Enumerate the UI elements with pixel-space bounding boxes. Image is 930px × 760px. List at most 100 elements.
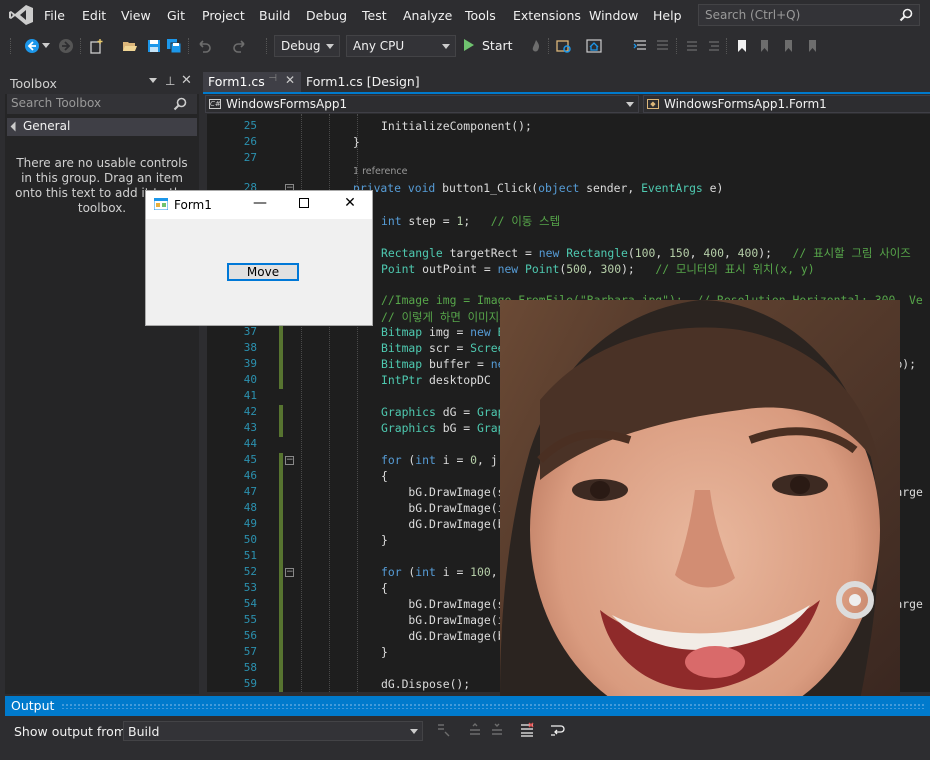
previous-message-icon[interactable] [467, 722, 483, 738]
code-line[interactable]: { [381, 581, 388, 595]
word-wrap-icon[interactable] [549, 722, 565, 738]
clear-all-icon[interactable] [519, 722, 535, 738]
previous-bookmark-icon[interactable] [756, 38, 772, 54]
menu-project[interactable]: Project [202, 8, 245, 23]
change-indicator [279, 405, 283, 437]
tab-form1-design[interactable]: Form1.cs [Design] [301, 72, 425, 92]
toolbar: Debug Any CPU Start [0, 32, 930, 60]
search-icon[interactable] [173, 97, 187, 111]
output-source-select[interactable]: Build [123, 721, 423, 741]
navigate-forward-icon[interactable] [58, 38, 74, 54]
collapse-icon[interactable]: − [285, 568, 294, 577]
redo-icon[interactable] [232, 38, 248, 54]
menu-view[interactable]: View [121, 8, 151, 23]
toolbox-options-icon[interactable] [149, 78, 157, 83]
maximize-icon[interactable] [299, 198, 309, 208]
code-line[interactable]: for (int i = 0, j [381, 453, 498, 467]
line-number: 54 [243, 597, 257, 610]
code-line[interactable]: private void button1_Click(object sender… [353, 181, 723, 195]
code-line[interactable]: Point outPoint = new Point(500, 300); //… [381, 261, 815, 277]
menu-debug[interactable]: Debug [306, 8, 347, 23]
menu-analyze[interactable]: Analyze [403, 8, 452, 23]
close-icon[interactable]: ✕ [340, 195, 360, 213]
save-icon[interactable] [146, 38, 162, 54]
menu-file[interactable]: File [44, 8, 65, 23]
next-bookmark-icon[interactable] [780, 38, 796, 54]
search-icon[interactable] [899, 8, 913, 22]
line-number: 44 [243, 437, 257, 450]
menu-help[interactable]: Help [653, 8, 682, 23]
menu-extensions[interactable]: Extensions [513, 8, 581, 23]
menu-edit[interactable]: Edit [82, 8, 106, 23]
search-box[interactable]: Search (Ctrl+Q) [698, 4, 920, 26]
menu-bar: File Edit View Git Project Build Debug Test Anal… [0, 0, 930, 32]
line-number: 55 [243, 613, 257, 626]
references-codelens[interactable]: 1 reference [353, 166, 407, 177]
line-number: 26 [243, 135, 257, 148]
project-select[interactable]: C# WindowsFormsApp1 [205, 95, 639, 113]
code-line[interactable]: { [381, 469, 388, 483]
class-select[interactable]: ◆ WindowsFormsApp1.Form1 [643, 95, 930, 113]
save-all-icon[interactable] [166, 38, 182, 54]
form1-title-bar[interactable]: Form1 — ✕ [146, 191, 372, 219]
toolbar-grip[interactable] [10, 38, 13, 54]
form1-title: Form1 [174, 198, 212, 212]
close-icon[interactable]: ✕ [181, 73, 192, 88]
find-message-icon[interactable] [435, 722, 451, 738]
class-icon: ◆ [647, 99, 659, 109]
menu-git[interactable]: Git [167, 8, 185, 23]
new-project-icon[interactable] [88, 38, 104, 54]
toolbox-search-placeholder: Search Toolbox [11, 96, 102, 110]
line-number: 59 [243, 677, 257, 690]
visual-studio-logo-icon[interactable] [8, 4, 34, 26]
form1-window[interactable]: Form1 — ✕ Move [145, 190, 373, 326]
line-number: 46 [243, 469, 257, 482]
menu-test[interactable]: Test [362, 8, 387, 23]
pin-tab-icon[interactable]: ⊣ [268, 73, 277, 84]
move-button[interactable]: Move [227, 263, 299, 281]
hot-reload-icon[interactable] [528, 38, 544, 54]
pin-icon[interactable]: ⊥ [165, 74, 175, 88]
csharp-project-icon: C# [209, 99, 221, 109]
photo-image [500, 300, 900, 700]
code-line[interactable]: } [381, 645, 388, 659]
home-icon[interactable] [586, 38, 602, 54]
bookmark-icon[interactable] [734, 38, 750, 54]
code-line[interactable]: Rectangle targetRect = new Rectangle(100… [381, 245, 911, 261]
step-into-icon[interactable] [632, 38, 648, 54]
code-line[interactable]: dG.Dispose(); [381, 677, 470, 691]
collapse-icon[interactable]: − [285, 456, 294, 465]
minimize-icon[interactable]: — [250, 195, 270, 213]
code-line[interactable]: } [381, 533, 388, 547]
browser-link-icon[interactable] [556, 38, 572, 54]
toolbox-group-general[interactable]: General [7, 118, 197, 136]
tab-form1-cs[interactable]: Form1.cs ⊣ ✕ [203, 72, 301, 92]
undo-icon[interactable] [196, 38, 212, 54]
open-file-icon[interactable] [122, 38, 138, 54]
solution-platform-value: Any CPU [353, 39, 405, 53]
code-line[interactable]: IntPtr desktopDC [381, 373, 491, 387]
solution-configuration-value: Debug [281, 39, 321, 53]
uncomment-icon[interactable] [706, 38, 722, 54]
menu-window[interactable]: Window [589, 8, 638, 23]
close-tab-icon[interactable]: ✕ [285, 73, 295, 87]
menu-build[interactable]: Build [259, 8, 290, 23]
clear-bookmarks-icon[interactable] [804, 38, 820, 54]
toolbox-title: Toolbox [10, 76, 57, 91]
navigate-back-icon[interactable] [24, 38, 40, 54]
toolbox-search-input[interactable]: Search Toolbox [7, 94, 197, 114]
code-line[interactable]: for (int i = 100, [381, 565, 498, 579]
output-title: Output [11, 698, 55, 713]
show-output-from-label: Show output from: [14, 724, 131, 739]
menu-tools[interactable]: Tools [465, 8, 496, 23]
code-line[interactable]: int step = 1; // 이동 스텝 [381, 213, 560, 229]
next-message-icon[interactable] [489, 722, 505, 738]
solution-configuration-select[interactable]: Debug [274, 35, 340, 57]
project-value: WindowsFormsApp1 [226, 97, 348, 111]
line-number: 56 [243, 629, 257, 642]
solution-platform-select[interactable]: Any CPU [346, 35, 456, 57]
comment-icon[interactable] [684, 38, 700, 54]
tab-label: Form1.cs [Design] [306, 74, 420, 89]
code-line[interactable]: InitializeComponent(); [381, 119, 532, 133]
step-over-icon[interactable] [654, 38, 670, 54]
